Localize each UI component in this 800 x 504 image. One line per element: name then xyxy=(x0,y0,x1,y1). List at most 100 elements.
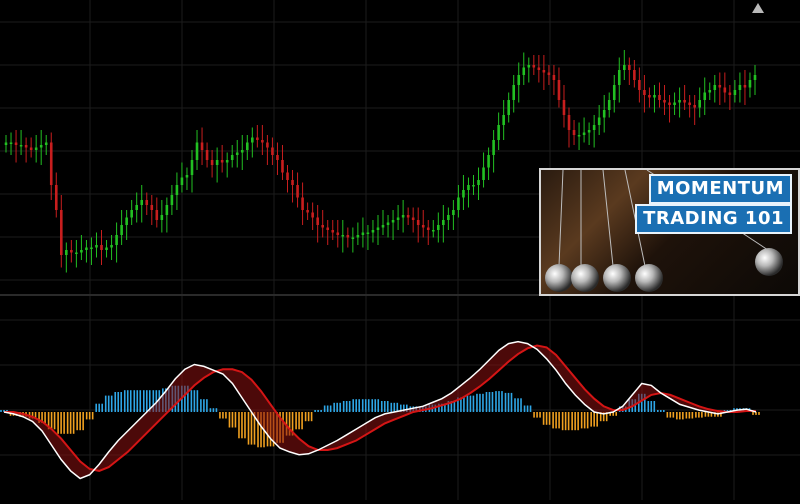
candle-body xyxy=(391,220,395,223)
macd-histogram-bar xyxy=(145,390,148,412)
candle-body xyxy=(698,100,702,108)
candle-body xyxy=(180,177,184,185)
macd-histogram-bar xyxy=(241,412,243,439)
candle-body xyxy=(220,160,224,163)
macd-histogram-bar xyxy=(663,410,665,412)
macd-histogram-bar xyxy=(571,412,573,431)
candle-body xyxy=(743,85,747,88)
macd-histogram-bar xyxy=(752,412,754,415)
candle-body xyxy=(361,232,365,235)
macd-histogram-bar xyxy=(348,401,351,412)
candle-body xyxy=(492,140,495,155)
macd-histogram-bar xyxy=(466,395,469,412)
macd-histogram-bar xyxy=(476,393,478,412)
candle-body xyxy=(210,160,214,165)
macd-histogram-bar xyxy=(72,412,75,434)
candle-body xyxy=(673,102,676,105)
candle-body xyxy=(215,160,219,165)
overlay-title-line1: MOMENTUM xyxy=(648,174,792,204)
candle-body xyxy=(623,65,626,70)
triangle-up-icon[interactable] xyxy=(752,3,764,13)
macd-histogram-bar xyxy=(657,410,659,412)
macd-histogram-bar xyxy=(358,399,361,412)
candle-body xyxy=(421,225,425,228)
candle-body xyxy=(582,132,586,135)
candle-body xyxy=(597,117,601,125)
candle-body xyxy=(311,212,314,218)
candle-body xyxy=(688,102,691,105)
macd-histogram-bar xyxy=(552,412,554,429)
candle-body xyxy=(170,195,174,205)
macd-histogram-bar xyxy=(701,412,703,418)
candle-body xyxy=(728,92,732,95)
candle-body xyxy=(472,185,475,187)
candle-body xyxy=(431,230,435,232)
macd-histogram-bar xyxy=(501,391,503,412)
candle-body xyxy=(34,147,38,150)
ball xyxy=(635,264,663,292)
candle-body xyxy=(100,245,103,250)
macd-histogram-bar xyxy=(615,412,618,416)
macd-histogram-bar xyxy=(320,410,322,412)
macd-histogram-bar xyxy=(234,412,237,428)
candle-body xyxy=(738,85,742,90)
macd-histogram-bar xyxy=(542,412,545,425)
candle-body xyxy=(336,232,340,235)
candle-body xyxy=(658,95,661,100)
macd-histogram-bar xyxy=(91,412,94,420)
ball xyxy=(755,248,783,276)
macd-histogram-bar xyxy=(688,412,691,419)
macd-histogram-bar xyxy=(244,412,246,439)
macd-histogram-bar xyxy=(517,398,519,412)
candle-body xyxy=(331,230,335,233)
candle-body xyxy=(49,142,53,185)
macd-histogram-bar xyxy=(82,412,84,431)
candle-body xyxy=(261,140,264,143)
macd-histogram-bar xyxy=(479,393,481,412)
candle-body xyxy=(452,210,455,215)
macd-histogram-bar xyxy=(247,412,250,445)
candle-body xyxy=(467,185,470,190)
candle-body xyxy=(266,142,269,148)
candle-body xyxy=(617,70,621,85)
candle-body xyxy=(753,75,757,80)
macd-histogram-bar xyxy=(333,402,335,412)
macd-histogram-bar xyxy=(110,395,113,412)
candle-body xyxy=(120,225,123,235)
candle-body xyxy=(547,72,551,75)
candle-body xyxy=(205,150,209,160)
macd-histogram-bar xyxy=(120,392,123,412)
candle-body xyxy=(552,75,556,80)
macd-histogram-bar xyxy=(326,405,329,412)
macd-histogram-bar xyxy=(669,412,672,418)
macd-histogram-bar xyxy=(685,412,688,419)
candle-body xyxy=(507,100,510,115)
macd-histogram-bar xyxy=(63,412,65,434)
candle-body xyxy=(59,210,63,255)
candle-body xyxy=(577,135,581,137)
macd-histogram-bar xyxy=(336,402,338,412)
macd-histogram-bar xyxy=(364,399,367,412)
candle-body xyxy=(190,160,194,175)
macd-histogram-bar xyxy=(107,395,110,412)
macd-histogram-bar xyxy=(238,412,240,439)
momentum-trading-thumbnail[interactable]: MOMENTUM TRADING 101 xyxy=(539,168,800,296)
macd-histogram-bar xyxy=(114,392,117,412)
macd-histogram-bar xyxy=(317,410,319,412)
macd-histogram-bar xyxy=(472,395,475,412)
macd-histogram-bar xyxy=(514,398,516,412)
macd-histogram-bar xyxy=(301,412,303,430)
candle-body xyxy=(125,217,128,225)
macd-histogram-bar xyxy=(593,412,595,427)
macd-histogram-bar xyxy=(561,412,564,431)
macd-histogram-bar xyxy=(698,412,700,418)
macd-histogram-bar xyxy=(383,401,386,412)
candle-body xyxy=(240,150,244,153)
macd-histogram-bar xyxy=(371,399,374,412)
candle-body xyxy=(587,130,591,133)
macd-histogram-bar xyxy=(361,399,364,412)
candle-body xyxy=(406,215,410,218)
macd-histogram-bar xyxy=(323,405,326,412)
macd-histogram-bar xyxy=(596,412,598,427)
macd-histogram-bar xyxy=(495,391,497,412)
